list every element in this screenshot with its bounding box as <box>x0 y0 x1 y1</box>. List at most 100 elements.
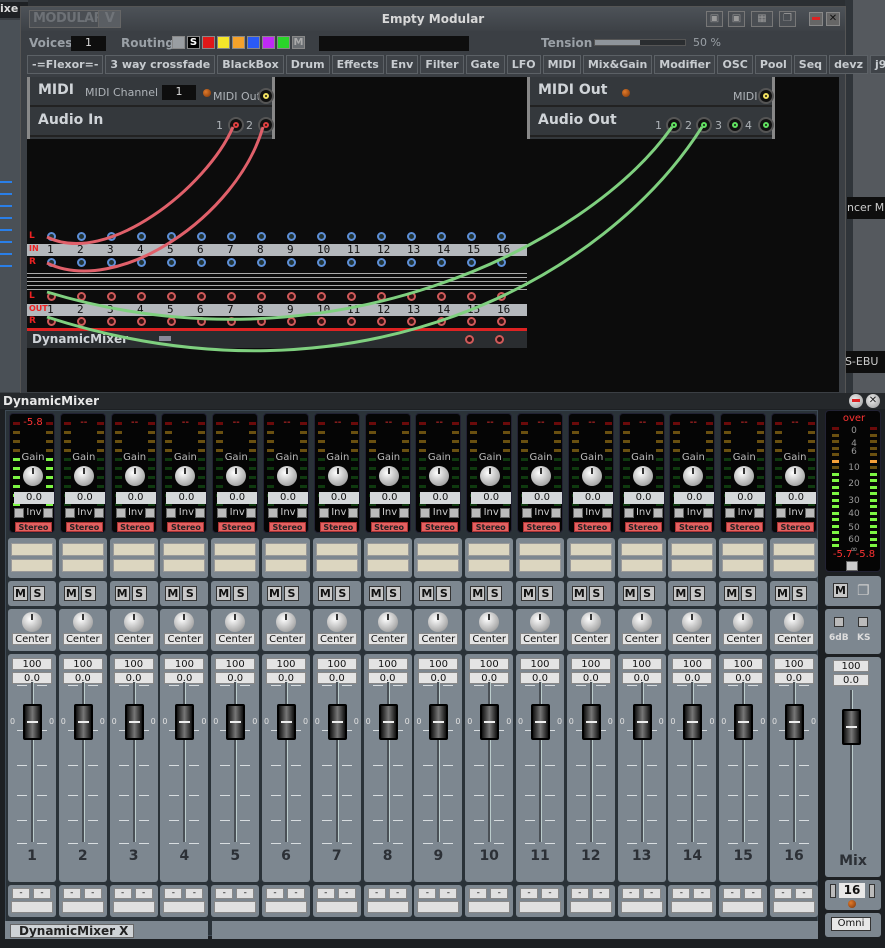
volume-field[interactable]: 100 <box>12 658 52 670</box>
routing-swatch-grey[interactable] <box>172 36 185 49</box>
route-right-button[interactable]: - <box>388 888 407 899</box>
insert-slot[interactable] <box>163 559 206 572</box>
volume-field[interactable]: 100 <box>367 658 408 670</box>
insert-slot[interactable] <box>11 543 53 556</box>
insert-slot[interactable] <box>214 559 257 572</box>
pan-value-field[interactable]: Center <box>621 633 662 645</box>
master-volume-field[interactable]: 100 <box>833 660 869 672</box>
fader-handle[interactable] <box>734 704 754 740</box>
route-field[interactable] <box>773 901 815 913</box>
pan-value-field[interactable]: Center <box>672 633 713 645</box>
insert-slot[interactable] <box>61 559 104 572</box>
stereo-mode-button[interactable]: Stereo <box>675 522 713 532</box>
invert-left-checkbox[interactable] <box>572 508 583 518</box>
category-button[interactable]: OSC <box>717 55 753 74</box>
volume-field[interactable]: 100 <box>62 658 103 670</box>
invert-right-checkbox[interactable] <box>43 508 53 518</box>
volume-field[interactable]: 100 <box>723 658 764 670</box>
meter-reset-button[interactable] <box>846 561 858 571</box>
invert-left-checkbox[interactable] <box>318 508 329 518</box>
solo-button[interactable]: S <box>690 586 706 601</box>
close-button[interactable]: ✕ <box>866 394 880 408</box>
invert-left-checkbox[interactable] <box>420 508 431 518</box>
pan-knob[interactable] <box>530 612 550 632</box>
insert-slot[interactable] <box>163 543 206 556</box>
route-field[interactable] <box>671 901 714 913</box>
solo-button[interactable]: S <box>538 586 553 601</box>
insert-slot[interactable] <box>366 559 409 572</box>
insert-slot[interactable] <box>519 543 561 556</box>
gain-knob[interactable] <box>378 466 399 486</box>
gain-value-field[interactable]: 0.0 <box>725 492 766 504</box>
route-left-button[interactable]: - <box>469 888 488 899</box>
pan-value-field[interactable]: Center <box>570 633 611 645</box>
solo-button[interactable]: S <box>131 586 147 601</box>
invert-right-checkbox[interactable] <box>347 508 358 518</box>
route-field[interactable] <box>214 901 257 913</box>
mute-button[interactable]: M <box>114 586 130 601</box>
routing-swatch-yellow[interactable] <box>217 36 230 49</box>
solo-button[interactable]: S <box>487 586 503 601</box>
solo-button[interactable]: S <box>182 586 198 601</box>
invert-right-checkbox[interactable] <box>246 508 257 518</box>
category-button[interactable]: j9k <box>869 55 885 74</box>
stereo-mode-button[interactable]: Stereo <box>65 522 103 532</box>
insert-slot[interactable] <box>519 559 561 572</box>
invert-left-checkbox[interactable] <box>725 508 736 518</box>
volume-field[interactable]: 100 <box>672 658 713 670</box>
gain-value-field[interactable]: 0.0 <box>268 492 308 504</box>
category-button[interactable]: Drum <box>285 55 330 74</box>
invert-left-checkbox[interactable] <box>14 508 24 518</box>
gain-knob[interactable] <box>683 466 704 486</box>
route-field[interactable] <box>112 901 155 913</box>
gain-knob[interactable] <box>226 466 247 486</box>
pan-knob[interactable] <box>22 612 42 632</box>
insert-slot[interactable] <box>112 543 155 556</box>
route-right-button[interactable]: - <box>591 888 610 899</box>
gain-knob[interactable] <box>480 466 501 486</box>
pan-knob[interactable] <box>784 612 804 632</box>
volume-field[interactable]: 100 <box>621 658 662 670</box>
mute-button[interactable]: M <box>673 586 689 601</box>
invert-left-checkbox[interactable] <box>268 508 278 518</box>
6db-checkbox[interactable] <box>834 617 844 627</box>
routing-swatch-m[interactable]: M <box>292 36 305 49</box>
volume-field[interactable]: 100 <box>113 658 154 670</box>
pan-knob[interactable] <box>123 612 144 632</box>
copy-icon[interactable]: ❐ <box>857 583 870 599</box>
pan-value-field[interactable]: Center <box>774 633 814 645</box>
invert-left-checkbox[interactable] <box>369 508 380 518</box>
route-left-button[interactable]: - <box>62 888 81 899</box>
invert-right-checkbox[interactable] <box>805 508 815 518</box>
category-button[interactable]: LFO <box>506 55 541 74</box>
route-left-button[interactable]: - <box>12 888 30 899</box>
category-button[interactable]: MIDI <box>542 55 581 74</box>
gain-value-field[interactable]: 0.0 <box>471 492 512 504</box>
tension-slider[interactable] <box>594 39 686 46</box>
category-button[interactable]: BlackBox <box>217 55 284 74</box>
route-left-button[interactable]: - <box>418 888 437 899</box>
invert-left-checkbox[interactable] <box>471 508 482 518</box>
pan-knob[interactable] <box>72 612 93 632</box>
routing-swatch-red[interactable] <box>202 36 215 49</box>
gain-knob[interactable] <box>175 466 196 486</box>
pan-value-field[interactable]: Center <box>367 633 408 645</box>
gain-knob[interactable] <box>23 466 43 486</box>
fader-handle[interactable] <box>531 704 550 740</box>
routing-swatch-orange[interactable] <box>232 36 245 49</box>
close-button[interactable]: ✕ <box>826 12 840 26</box>
routing-swatch-purple[interactable] <box>262 36 275 49</box>
master-fader-handle[interactable] <box>842 709 861 745</box>
invert-left-checkbox[interactable] <box>115 508 126 518</box>
gain-value-field[interactable]: 0.0 <box>14 492 54 504</box>
invert-right-checkbox[interactable] <box>754 508 765 518</box>
stereo-mode-button[interactable]: Stereo <box>319 522 357 532</box>
fader-handle[interactable] <box>378 704 398 740</box>
route-left-button[interactable]: - <box>570 888 589 899</box>
invert-left-checkbox[interactable] <box>674 508 685 518</box>
mute-button[interactable]: M <box>470 586 486 601</box>
fader-handle[interactable] <box>480 704 500 740</box>
route-left-button[interactable]: - <box>164 888 183 899</box>
insert-slot[interactable] <box>773 559 815 572</box>
insert-slot[interactable] <box>569 543 612 556</box>
